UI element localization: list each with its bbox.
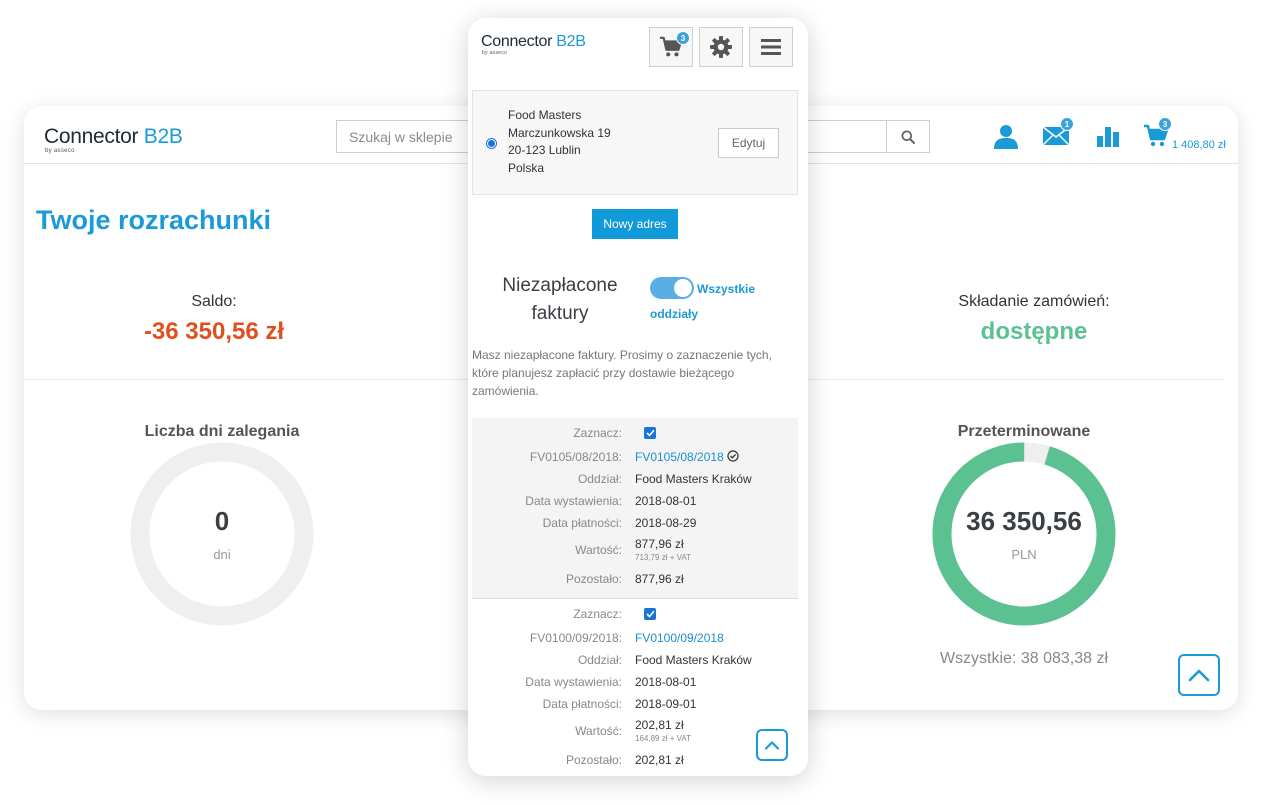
invoice-link[interactable]: FV0105/08/2018 (635, 450, 739, 464)
all-branches-label[interactable]: Wszystkie oddziały (650, 277, 780, 327)
check-icon (645, 610, 655, 618)
unpaid-invoices-title: Niezapłacone faktury (502, 275, 618, 324)
remaining-value: 877,96 zł (635, 572, 684, 586)
due-date-label: Data płatności: (542, 697, 622, 711)
remaining-label: Pozostało: (565, 572, 622, 586)
address-line: Food Masters (508, 108, 582, 122)
invoice-card: Zaznacz: FV0105/08/2018: FV0105/08/2018 … (472, 418, 798, 598)
mobile-scroll-top-button[interactable] (756, 729, 788, 761)
mail-badge: 1 (1060, 117, 1074, 131)
check-icon (645, 429, 655, 437)
branch-value: Food Masters Kraków (635, 472, 752, 486)
messages-button[interactable]: 1 (1040, 117, 1074, 152)
select-label: Zaznacz: (573, 607, 622, 621)
unpaid-info-text: Masz niezapłacone faktury. Prosimy o zaz… (472, 348, 772, 398)
hamburger-icon (761, 39, 781, 55)
invoice-checkbox[interactable] (644, 427, 656, 439)
mobile-logo-name: Connector (481, 33, 553, 50)
invoice-number-label: FV0105/08/2018: (529, 450, 622, 464)
issue-date-value: 2018-08-01 (635, 494, 697, 508)
logo-suffix: B2B (143, 125, 183, 148)
settings-button[interactable] (699, 27, 743, 67)
menu-button[interactable] (749, 27, 793, 67)
gear-icon (710, 36, 732, 58)
edit-address-button[interactable]: Edytuj (718, 128, 779, 158)
value-label: Wartość: (575, 724, 622, 738)
overdue-total: Wszystkie: 38 083,38 zł (939, 650, 1109, 667)
chart-icon (1097, 127, 1119, 147)
chevron-up-icon (1188, 669, 1210, 682)
select-label: Zaznacz: (573, 426, 622, 440)
chevron-up-icon (764, 741, 780, 750)
invoice-checkbox[interactable] (644, 608, 656, 620)
logo-name: Connector (44, 125, 139, 148)
remaining-value: 202,81 zł (635, 753, 684, 767)
branch-label: Oddział: (577, 472, 622, 486)
issue-date-label: Data wystawienia: (525, 494, 622, 508)
overdue-amount-value: 36 350,56 (966, 506, 1082, 536)
invoice-number-label: FV0100/09/2018: (529, 631, 622, 645)
statistics-button[interactable] (1092, 120, 1124, 152)
overdue-days-donut: 0 dni (130, 442, 314, 626)
orders-label: Składanie zamówień: (958, 293, 1110, 310)
mobile-cart-button[interactable]: 3 (649, 27, 693, 67)
overdue-amount-unit: PLN (1011, 547, 1037, 562)
due-date-value: 2018-08-29 (635, 516, 697, 530)
mobile-window: Connector B2B by asseco 3 Food Masters M… (468, 18, 808, 776)
page-title: Twoje rozrachunki (36, 205, 272, 235)
address-text: Food Masters Marczunkowska 19 20-123 Lub… (508, 107, 611, 177)
cart-total[interactable]: 1 408,80 zł (1172, 139, 1226, 151)
scroll-top-button[interactable] (1178, 654, 1220, 696)
mobile-logo-suffix: B2B (556, 33, 586, 50)
mobile-cart-badge: 3 (676, 31, 690, 45)
address-card[interactable]: Food Masters Marczunkowska 19 20-123 Lub… (472, 90, 798, 195)
user-icon (994, 125, 1018, 149)
mobile-header: Connector B2B by asseco 3 (468, 18, 808, 80)
overdue-days-unit: dni (213, 547, 231, 562)
value-net: 164,89 zł + VAT (635, 734, 691, 743)
value-net: 713,79 zł + VAT (635, 553, 691, 562)
due-date-value: 2018-09-01 (635, 697, 697, 711)
invoice-link[interactable]: FV0100/09/2018 (635, 631, 724, 645)
value-label: Wartość: (575, 543, 622, 557)
overdue-days-title: Liczba dni zalegania (144, 423, 300, 440)
due-date-label: Data płatności: (542, 516, 622, 530)
value-gross: 202,81 zł (635, 718, 684, 732)
new-address-button[interactable]: Nowy adres (592, 209, 678, 239)
value-gross: 877,96 zł (635, 537, 684, 551)
overdue-days-value: 0 (214, 506, 230, 536)
issue-date-value: 2018-08-01 (635, 675, 697, 689)
verified-icon (727, 450, 739, 462)
overdue-amount-donut: 36 350,56 PLN (932, 442, 1116, 626)
address-line: Polska (508, 160, 545, 175)
invoice-card: Zaznacz: FV0100/09/2018: FV0100/09/2018 … (472, 599, 798, 776)
issue-date-label: Data wystawienia: (525, 675, 622, 689)
orders-status: dostępne (980, 318, 1088, 345)
address-line: Marczunkowska 19 (508, 125, 611, 140)
logo-byline: by asseco (45, 148, 75, 154)
search-icon (901, 130, 915, 144)
address-line: 20-123 Lublin (508, 143, 581, 157)
overdue-amount-title: Przeterminowane (957, 423, 1091, 440)
mobile-logo[interactable]: Connector B2B by asseco (481, 34, 586, 56)
branch-value: Food Masters Kraków (635, 653, 752, 667)
logo[interactable]: Connector B2B by asseco (44, 126, 183, 154)
address-radio[interactable] (486, 138, 497, 149)
mobile-logo-byline: by asseco (482, 50, 508, 56)
saldo-value: -36 350,56 zł (143, 318, 285, 345)
cart-badge: 3 (1158, 117, 1172, 131)
search-button[interactable] (886, 121, 929, 152)
cart-button[interactable]: 3 (1140, 117, 1172, 152)
saldo-label: Saldo: (191, 293, 237, 310)
remaining-label: Pozostało: (565, 753, 622, 767)
account-button[interactable] (990, 120, 1022, 152)
branch-label: Oddział: (577, 653, 622, 667)
